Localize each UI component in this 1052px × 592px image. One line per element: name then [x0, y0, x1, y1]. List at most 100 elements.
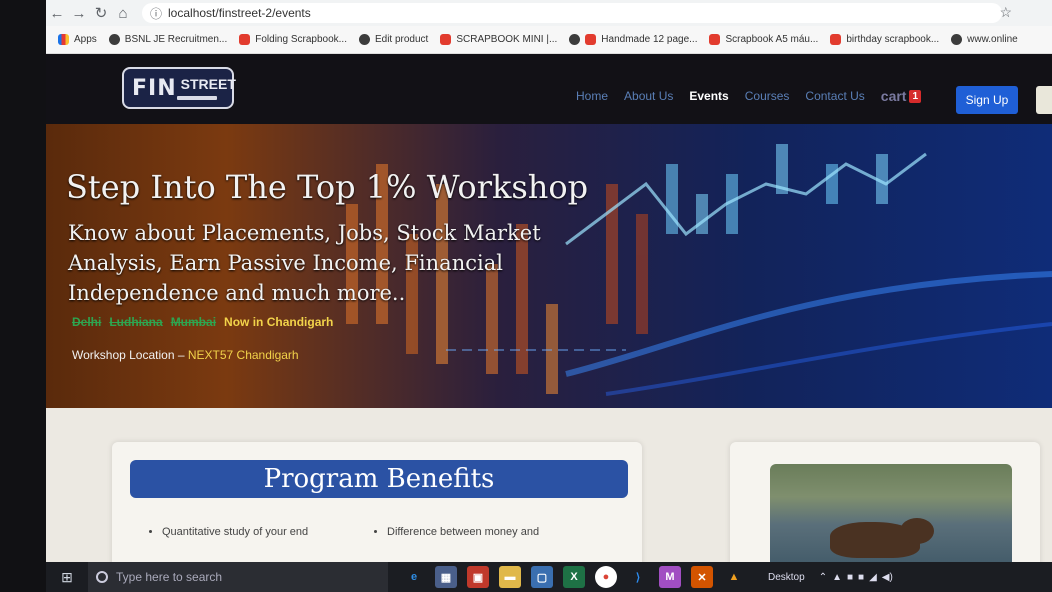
bookmarks-bar: Apps BSNL JE Recruitmen... Folding Scrap… — [46, 26, 1052, 54]
globe-icon — [358, 34, 370, 45]
app-icon[interactable]: ▢ — [531, 566, 553, 588]
bookmark-label: birthday scrapbook... — [846, 34, 940, 45]
warning-icon[interactable]: ▲ — [832, 572, 842, 583]
program-benefits-heading: Program Benefits — [130, 460, 628, 498]
youtube-icon — [585, 34, 597, 45]
main-menu: Home About Us Events Courses Contact Us … — [576, 88, 961, 104]
sign-up-button[interactable]: Sign Up — [956, 86, 1018, 114]
globe-icon — [569, 34, 581, 45]
bookmark-label: Apps — [74, 34, 97, 45]
bookmark-folding[interactable]: Folding Scrapbook... — [239, 34, 347, 45]
browser-toolbar: ← → ↻ ⌂ ⓘ localhost/finstreet-2/events ☆ — [46, 0, 1052, 26]
list-item: Difference between money and — [387, 526, 612, 538]
edge-icon[interactable]: e — [403, 566, 425, 588]
xampp-icon[interactable]: ✕ — [691, 566, 713, 588]
bookmark-birthday[interactable]: birthday scrapbook... — [830, 34, 939, 45]
location-venue: NEXT57 Chandigarh — [187, 348, 299, 362]
vscode-icon[interactable]: ⟩ — [627, 566, 649, 588]
past-city: Ludhiana — [109, 315, 163, 329]
home-icon[interactable]: ⌂ — [112, 2, 134, 24]
system-tray: ⌃ ▲ ■ ■ ◢ ◀) — [819, 572, 898, 583]
pen-icon — [176, 96, 217, 100]
youtube-icon — [830, 34, 842, 45]
m-app-icon[interactable]: M — [659, 566, 681, 588]
youtube-icon — [239, 34, 251, 45]
apps-grid-icon — [58, 34, 69, 45]
nav-about-us[interactable]: About Us — [624, 89, 673, 103]
bookmark-scrapbook-mini[interactable]: SCRAPBOOK MINI |... — [440, 34, 557, 45]
bookmark-edit-product[interactable]: Edit product — [358, 34, 429, 45]
bookmark-handmade[interactable]: Handmade 12 page... — [569, 34, 697, 45]
network-icon[interactable]: ◢ — [869, 572, 877, 583]
bookmark-label: Folding Scrapbook... — [255, 34, 347, 45]
location-label: Workshop Location – — [72, 348, 188, 362]
image-card — [730, 442, 1040, 562]
past-city: Delhi — [72, 315, 102, 329]
url-text: localhost/finstreet-2/events — [168, 6, 311, 20]
hero-subtitle: Know about Placements, Jobs, Stock Marke… — [68, 221, 541, 305]
monitor-bezel — [0, 0, 46, 592]
volume-icon[interactable]: ◀) — [882, 572, 893, 583]
windows-taskbar: ⊞ Type here to search e ▦ ▣ ▬ ▢ X ● ⟩ M … — [46, 562, 1052, 592]
back-icon[interactable]: ← — [46, 2, 68, 24]
bear-head — [900, 518, 934, 544]
cart-link[interactable]: cart 1 — [880, 88, 922, 104]
past-city: Mumbai — [170, 315, 217, 329]
folder-icon[interactable]: ▬ — [499, 566, 521, 588]
vlc-icon[interactable]: ▲ — [723, 566, 745, 588]
desktop-toolbar[interactable]: Desktop — [768, 572, 805, 583]
paint-icon[interactable]: ▣ — [467, 566, 489, 588]
bookmark-star-icon[interactable]: ☆ — [999, 4, 1012, 21]
bookmark-label: BSNL JE Recruitmen... — [124, 34, 228, 45]
screen: ← → ↻ ⌂ ⓘ localhost/finstreet-2/events ☆… — [0, 0, 1052, 592]
logo-fin: FIN — [132, 75, 177, 101]
nav-home[interactable]: Home — [576, 89, 608, 103]
content-section: Program Benefits Quantitative study of y… — [46, 408, 1052, 562]
bookmark-scrapbook-a5[interactable]: Scrapbook A5 máu... — [709, 34, 818, 45]
reload-icon[interactable]: ↻ — [90, 2, 112, 24]
search-placeholder: Type here to search — [116, 570, 223, 584]
cortana-icon — [96, 571, 108, 583]
taskbar-apps: e ▦ ▣ ▬ ▢ X ● ⟩ M ✕ ▲ — [398, 566, 750, 588]
bookmark-label: Edit product — [374, 34, 429, 45]
nav-events[interactable]: Events — [689, 89, 728, 103]
list-item: Quantitative study of your end — [162, 526, 387, 538]
bookmark-bsnl[interactable]: BSNL JE Recruitmen... — [108, 34, 228, 45]
excel-icon[interactable]: X — [563, 566, 585, 588]
workshop-location: Workshop Location – NEXT57 Chandigarh — [72, 348, 299, 362]
chrome-icon[interactable]: ● — [595, 566, 617, 588]
nav-contact-us[interactable]: Contact Us — [805, 89, 864, 103]
city-list: Delhi Ludhiana Mumbai Now in Chandigarh — [72, 315, 333, 329]
login-button[interactable] — [1036, 86, 1052, 114]
site-header: FIN STREET Home About Us Events Courses … — [46, 54, 1052, 124]
url-bar[interactable]: ⓘ localhost/finstreet-2/events — [142, 3, 1002, 23]
tray-icon[interactable]: ■ — [847, 572, 853, 583]
bookmark-apps[interactable]: Apps — [58, 34, 97, 45]
youtube-icon — [709, 34, 721, 45]
hero-title: Step Into The Top 1% Workshop — [66, 168, 589, 206]
nav-courses[interactable]: Courses — [745, 89, 790, 103]
bookmark-label: Scrapbook A5 máu... — [725, 34, 819, 45]
benefits-card: Program Benefits Quantitative study of y… — [112, 442, 642, 562]
cart-count-badge: 1 — [909, 89, 922, 103]
bookmark-label: SCRAPBOOK MINI |... — [456, 34, 558, 45]
windows-start-icon[interactable]: ⊞ — [46, 562, 88, 592]
store-icon[interactable]: ▦ — [435, 566, 457, 588]
bear-photo — [770, 464, 1012, 562]
bookmark-label: www.online — [967, 34, 1018, 45]
taskbar-search[interactable]: Type here to search — [88, 562, 388, 592]
logo-street: STREET — [180, 76, 236, 92]
youtube-icon — [440, 34, 452, 45]
tray-icon[interactable]: ■ — [858, 572, 864, 583]
forward-icon[interactable]: → — [68, 2, 90, 24]
bookmark-online[interactable]: www.online — [951, 34, 1018, 45]
cart-label: cart — [880, 88, 907, 104]
benefits-list: Quantitative study of your end Differenc… — [162, 526, 612, 538]
info-icon: ⓘ — [150, 6, 163, 21]
chevron-up-icon[interactable]: ⌃ — [819, 572, 827, 583]
current-city: Now in Chandigarh — [224, 315, 334, 329]
hero-banner: Step Into The Top 1% Workshop Know about… — [46, 124, 1052, 408]
bookmark-icon — [951, 34, 963, 45]
globe-icon — [108, 34, 120, 45]
finstreet-logo[interactable]: FIN STREET — [122, 67, 236, 109]
